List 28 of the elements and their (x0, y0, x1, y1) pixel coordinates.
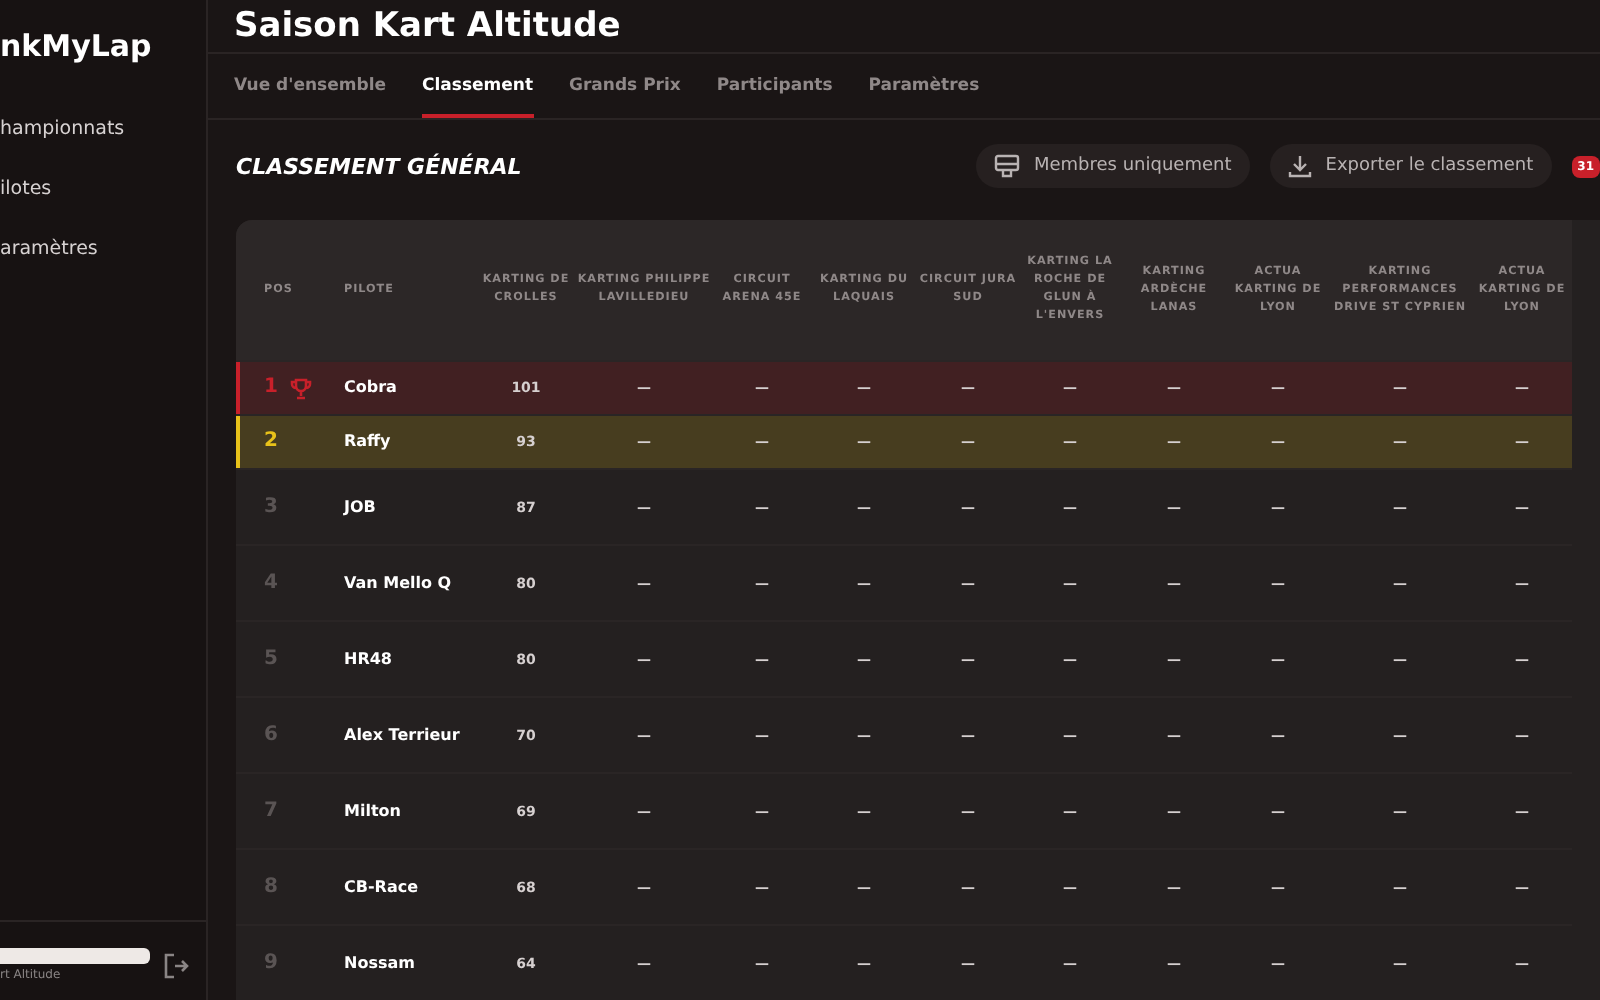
trophy-icon (289, 377, 312, 399)
tab[interactable]: Vue d'ensemble (234, 54, 386, 118)
monitor-icon (993, 154, 1020, 178)
position-number: 1 (264, 376, 278, 400)
pilot-name: Nossam (344, 924, 476, 1000)
action-button[interactable]: Exporter le classement (1269, 144, 1552, 188)
page-title: Saison Kart Altitude (234, 6, 621, 46)
pilot-name: HR48 (344, 620, 476, 696)
sidebar-item[interactable]: ilotes (0, 174, 206, 206)
pilot-name: CB-Race (344, 848, 476, 924)
tab[interactable]: Classement (422, 54, 534, 118)
pilot-name: Van Mello Q (344, 544, 476, 620)
download-icon (1287, 154, 1312, 178)
tab[interactable]: Grands Prix (569, 54, 681, 118)
tab[interactable]: Participants (716, 54, 833, 118)
pilot-name: Raffy (344, 414, 476, 468)
app-logo: nkMyLap (0, 26, 154, 68)
tab[interactable]: Paramètres (868, 54, 980, 118)
action-button[interactable]: Membres uniquement (975, 144, 1250, 188)
sidebar-item[interactable]: hampionnats (0, 114, 206, 146)
sidebar-item[interactable]: aramètres (0, 234, 206, 266)
logout-icon[interactable] (162, 951, 190, 979)
pilot-name: JOB (344, 468, 476, 544)
pilot-name: Cobra (344, 360, 476, 414)
position-number: 2 (264, 430, 278, 454)
section-title: CLASSEMENT GÉNÉRAL (236, 153, 522, 179)
pilot-name: Alex Terrieur (344, 696, 476, 772)
pilot-name: Milton (344, 772, 476, 848)
